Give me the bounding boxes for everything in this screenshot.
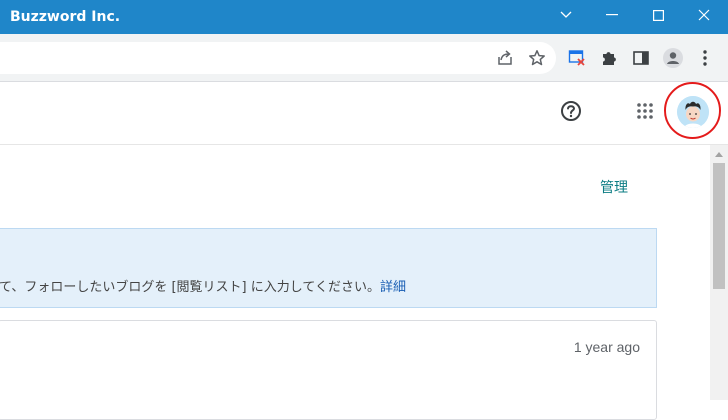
info-banner: て、フォローしたいブログを [閲覧リスト] に入力してください。詳細	[0, 228, 657, 308]
info-message: て、フォローしたいブログを [閲覧リスト] に入力してください。	[0, 280, 380, 295]
maximize-button[interactable]	[635, 0, 681, 30]
puzzle-icon[interactable]	[598, 47, 620, 69]
scrollbar-thumb[interactable]	[713, 163, 725, 289]
post-timestamp: 1 year ago	[573, 339, 640, 355]
help-icon[interactable]	[559, 99, 583, 123]
star-icon[interactable]	[526, 47, 548, 69]
window-title: Buzzword Inc.	[10, 9, 121, 25]
browser-toolbar	[0, 34, 728, 82]
side-panel-icon[interactable]	[630, 47, 652, 69]
manage-link[interactable]: 管理	[600, 177, 628, 197]
scroll-up-arrow-icon[interactable]	[710, 147, 728, 161]
annotation-highlight-circle	[664, 82, 721, 139]
share-icon[interactable]	[494, 47, 516, 69]
address-bar[interactable]	[0, 42, 556, 74]
profile-icon[interactable]	[662, 47, 684, 69]
scrollbar[interactable]	[710, 145, 728, 400]
more-menu-icon[interactable]	[694, 47, 716, 69]
chevron-down-icon[interactable]	[543, 0, 589, 30]
extension-app-icon[interactable]	[566, 47, 588, 69]
minimize-button[interactable]	[589, 0, 635, 30]
close-button[interactable]	[681, 0, 727, 30]
app-header	[0, 82, 728, 145]
apps-grid-icon[interactable]	[634, 100, 656, 122]
window-titlebar: Buzzword Inc.	[0, 0, 728, 34]
details-link[interactable]: 詳細	[380, 280, 406, 295]
info-text: て、フォローしたいブログを [閲覧リスト] に入力してください。詳細	[0, 276, 406, 295]
blog-post-card[interactable]: 1 year ago	[0, 320, 657, 420]
